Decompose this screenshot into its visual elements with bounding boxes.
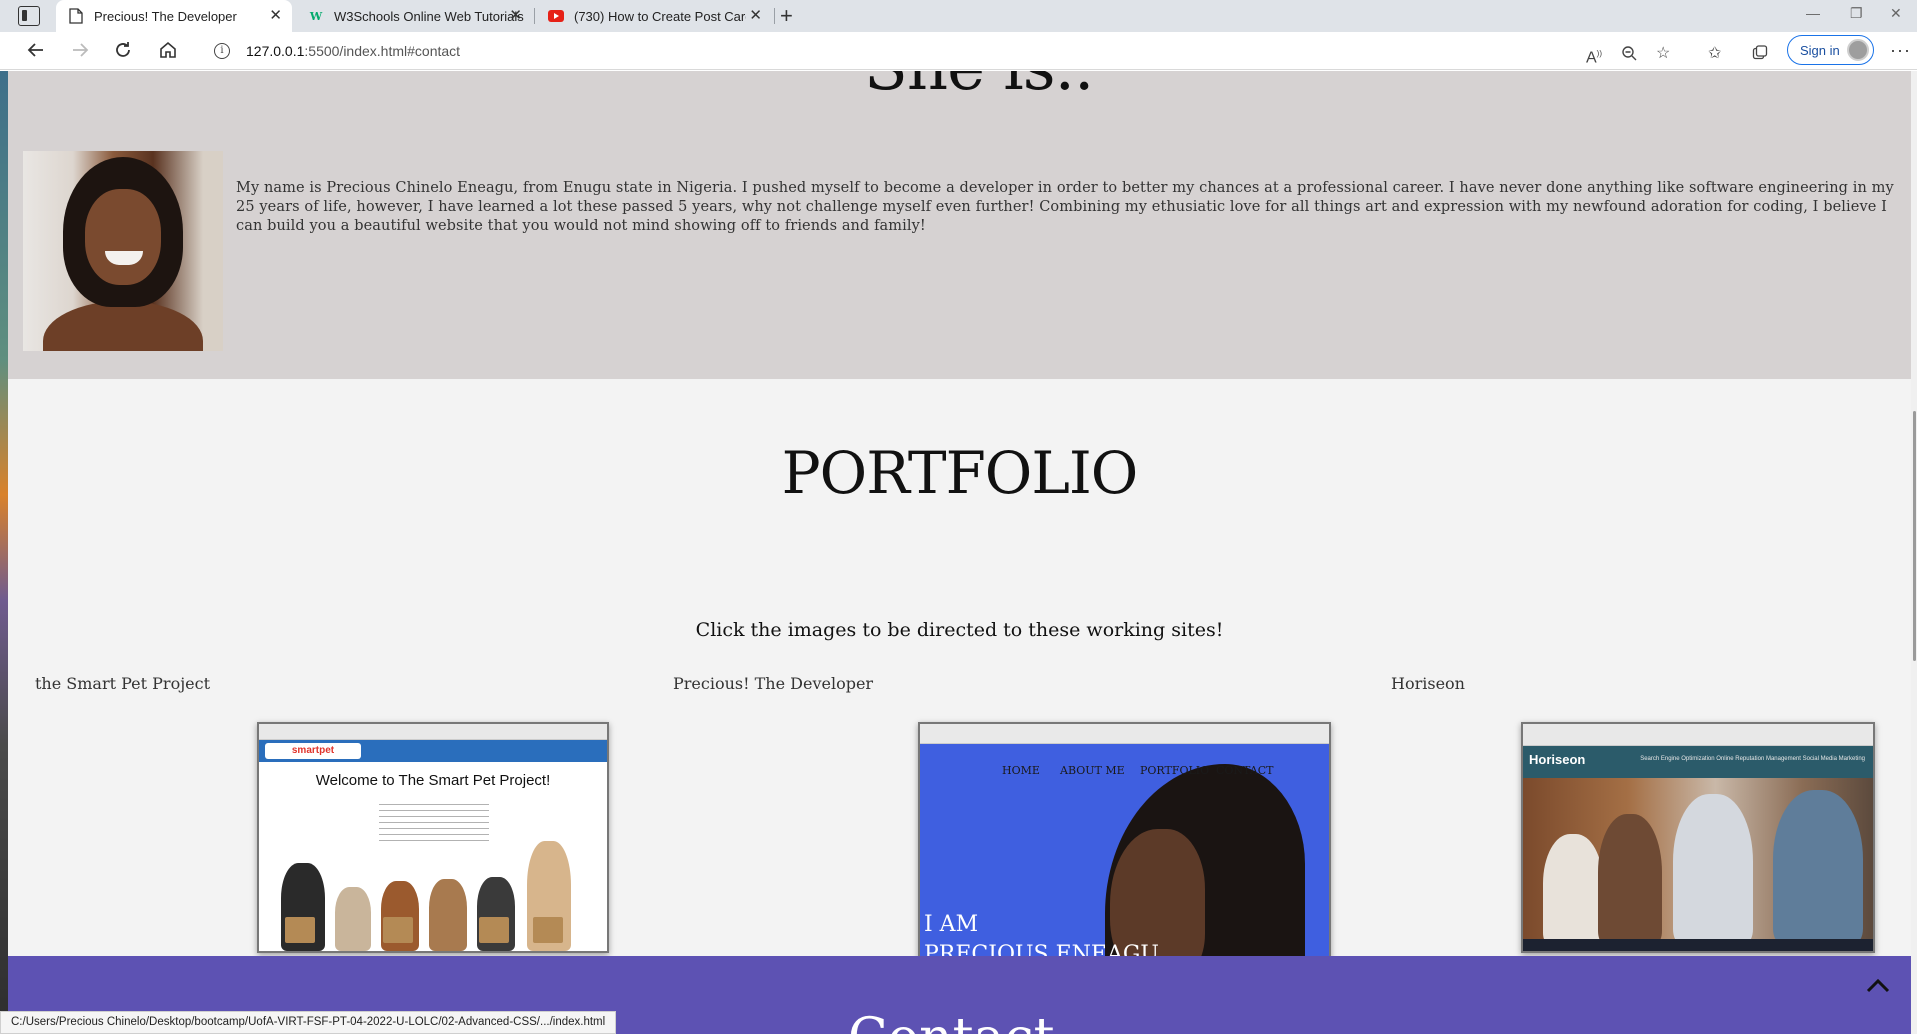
tab-title: Precious! The Developer <box>94 8 237 24</box>
collections-icon[interactable] <box>1752 45 1768 66</box>
url-host: 127.0.0.1 <box>246 43 305 59</box>
project-label-smart-pet: the Smart Pet Project <box>35 674 211 693</box>
forward-icon[interactable] <box>70 40 90 65</box>
back-to-top-icon[interactable] <box>1865 973 1891 999</box>
about-section: She is.. My name is Precious Chinelo Ene… <box>8 71 1911 379</box>
minimize-icon[interactable]: — <box>1806 5 1820 21</box>
shot-hero-line1: I AM <box>924 912 979 937</box>
tab-title: W3Schools Online Web Tutorials <box>334 8 524 24</box>
zoom-out-icon[interactable] <box>1621 45 1637 66</box>
portfolio-subtitle: Click the images to be directed to these… <box>695 619 1224 641</box>
url-path: :5500/index.html#contact <box>304 43 461 59</box>
page-icon <box>68 8 84 24</box>
project-link-horiseon[interactable]: Horiseon Search Engine Optimization Onli… <box>1521 722 1875 953</box>
tab-precious-developer[interactable]: Precious! The Developer ✕ <box>56 0 292 32</box>
project-link-smart-pet[interactable]: smartpet Welcome to The Smart Pet Projec… <box>257 722 609 953</box>
page-viewport: She is.. My name is Precious Chinelo Ene… <box>0 71 1917 1034</box>
scrollbar-thumb[interactable] <box>1913 411 1916 661</box>
desktop-edge <box>0 71 8 1034</box>
contact-heading: Contact <box>848 1008 1055 1034</box>
more-options-icon[interactable]: ··· <box>1890 40 1911 61</box>
url-text: 127.0.0.1:5500/index.html#contact <box>246 43 460 59</box>
close-tab-icon[interactable]: ✕ <box>269 8 282 24</box>
sign-in-label: Sign in <box>1800 42 1840 58</box>
tab-separator <box>534 8 535 24</box>
url-field[interactable]: i 127.0.0.1:5500/index.html#contact A)) … <box>196 36 1771 66</box>
refresh-icon[interactable] <box>113 40 133 65</box>
tab-actions-icon[interactable] <box>18 6 40 26</box>
smartpet-logo: smartpet <box>265 743 361 759</box>
horiseon-nav-links: Search Engine Optimization Online Reputa… <box>1640 756 1865 762</box>
restore-icon[interactable]: ❐ <box>1850 5 1863 22</box>
tab-bar: Precious! The Developer ✕ W W3Schools On… <box>0 0 1917 32</box>
close-tab-icon[interactable]: ✕ <box>749 8 762 24</box>
sign-in-button[interactable]: Sign in <box>1787 35 1874 65</box>
youtube-icon <box>548 8 564 24</box>
favorites-icon[interactable]: ✩ <box>1708 45 1721 63</box>
portfolio-section: PORTFOLIO Click the images to be directe… <box>8 379 1911 1026</box>
home-icon[interactable] <box>158 40 178 65</box>
site-info-icon[interactable]: i <box>214 43 230 59</box>
shot-nav-about: ABOUT ME <box>1060 764 1125 777</box>
shot-nav-portfolio: PORTFOLIO <box>1140 764 1210 777</box>
close-tab-icon[interactable]: ✕ <box>509 8 522 24</box>
tab-w3schools[interactable]: W W3Schools Online Web Tutorials ✕ <box>296 0 532 32</box>
bio-text: My name is Precious Chinelo Eneagu, from… <box>236 180 1894 234</box>
tab-title: (730) How to Create Post Cards U <box>574 8 746 24</box>
project-label-precious: Precious! The Developer <box>673 674 874 693</box>
page: She is.. My name is Precious Chinelo Ene… <box>8 71 1911 1034</box>
new-tab-icon[interactable]: + <box>780 4 793 28</box>
portrait-photo <box>23 151 223 351</box>
w3schools-icon: W <box>309 9 323 23</box>
project-label-horiseon: Horiseon <box>1391 674 1465 693</box>
shot-nav-home: HOME <box>1002 764 1040 777</box>
shot-nav-contact: CONTACT <box>1216 764 1274 777</box>
back-icon[interactable] <box>26 40 46 65</box>
add-favorite-icon[interactable]: ☆ <box>1656 45 1670 63</box>
window-close-icon[interactable]: ✕ <box>1890 5 1902 22</box>
smartpet-welcome: Welcome to The Smart Pet Project! <box>315 772 551 789</box>
profile-avatar-icon <box>1847 39 1869 61</box>
horiseon-logo: Horiseon <box>1529 752 1586 767</box>
status-bar-url: C:/Users/Precious Chinelo/Desktop/bootca… <box>0 1011 617 1034</box>
address-bar: i 127.0.0.1:5500/index.html#contact A)) … <box>0 32 1917 70</box>
about-heading: She is.. <box>864 71 1094 105</box>
tab-separator <box>774 8 775 24</box>
tab-youtube[interactable]: (730) How to Create Post Cards U ✕ <box>536 0 772 32</box>
portfolio-heading: PORTFOLIO <box>781 439 1139 507</box>
read-aloud-icon[interactable]: A)) <box>1586 45 1602 67</box>
